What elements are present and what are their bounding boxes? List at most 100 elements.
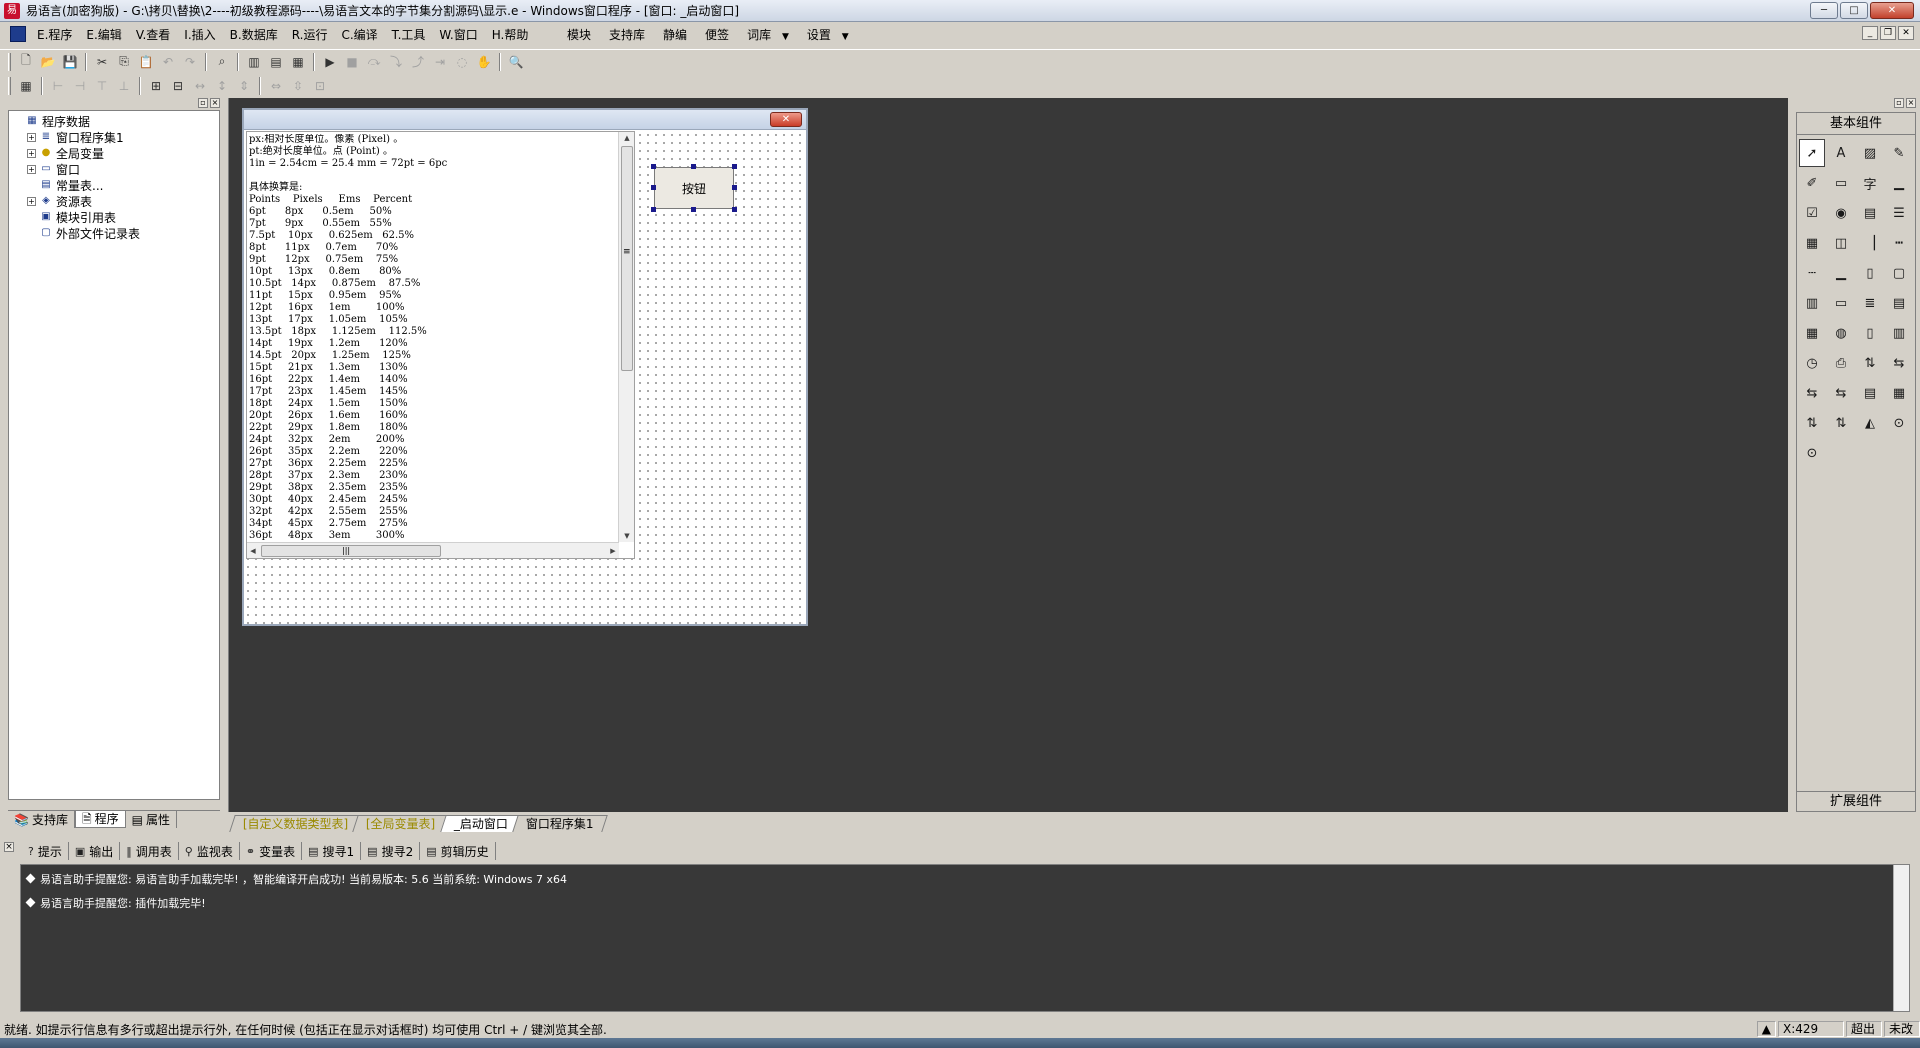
form-close-icon[interactable]: ✕ (770, 112, 802, 127)
tab-program[interactable]: 🗎 程序 (74, 811, 126, 828)
resize-handle[interactable] (732, 164, 737, 169)
close-button[interactable]: ✕ (1870, 2, 1914, 19)
layout-2-icon[interactable]: ▤ (265, 52, 287, 72)
component-icon[interactable]: ┅ (1886, 229, 1912, 257)
save-icon[interactable]: 💾 (59, 52, 81, 72)
tree-expander[interactable]: + (27, 196, 36, 206)
grid-icon[interactable]: ▦ (15, 76, 37, 96)
component-icon[interactable]: ⎙ (1828, 349, 1854, 377)
edit-vertical-scrollbar[interactable]: ▲ ≡ ▼ (618, 132, 634, 542)
component-icon[interactable]: ☰ (1886, 199, 1912, 227)
panel-pin-button[interactable]: ▫ (1894, 98, 1904, 108)
component-icon[interactable]: ◫ (1828, 229, 1854, 257)
component-icon[interactable]: ▤ (1886, 289, 1912, 317)
tree-item-external-files[interactable]: ▢ 外部文件记录表 (11, 225, 219, 241)
mdi-restore-button[interactable]: ❐ (1880, 26, 1896, 40)
menu-notes[interactable]: 便签 (698, 26, 736, 43)
layout-3-icon[interactable]: ▦ (287, 52, 309, 72)
stop-icon[interactable]: ■ (341, 52, 363, 72)
component-icon[interactable]: ▯ (1857, 319, 1883, 347)
palette-extended[interactable]: 扩展组件 (1797, 791, 1915, 811)
tree-expander[interactable]: + (27, 132, 36, 142)
component-icon[interactable]: ▥ (1886, 319, 1912, 347)
component-icon[interactable]: ≣ (1857, 289, 1883, 317)
component-icon[interactable]: ┄ (1799, 259, 1825, 287)
menu-tools[interactable]: T.工具 (385, 26, 433, 43)
tab-hint[interactable]: ? 提示 (22, 842, 69, 860)
tree-expander[interactable]: + (27, 164, 36, 174)
space-horizontal-icon[interactable]: ↔ (189, 76, 211, 96)
menu-edit[interactable]: E.编辑 (79, 26, 128, 43)
tab-window-assembly[interactable]: 窗口程序集1 (512, 815, 608, 832)
redo-icon[interactable]: ↷ (179, 52, 201, 72)
form-canvas[interactable]: px:相对长度单位。像素 (Pixel) 。 pt:绝对长度单位。点 (Poin… (244, 131, 806, 624)
run-icon[interactable]: ▶ (319, 52, 341, 72)
find-icon[interactable]: ⌕ (211, 52, 233, 72)
caret-up-icon[interactable]: ▲ (1756, 1021, 1776, 1037)
menu-compile[interactable]: C.编译 (334, 26, 384, 43)
component-icon[interactable]: ⇆ (1828, 379, 1854, 407)
breakpoint-icon[interactable]: ◌ (451, 52, 473, 72)
component-icon[interactable]: ⇅ (1828, 409, 1854, 437)
component-icon[interactable]: ◉ (1828, 199, 1854, 227)
step-out-icon[interactable]: ⤴ (407, 52, 429, 72)
component-icon[interactable]: ▦ (1799, 229, 1825, 257)
component-icon[interactable]: ◍ (1828, 319, 1854, 347)
component-icon[interactable]: ▦ (1799, 319, 1825, 347)
tab-watch[interactable]: ⚲ 监视表 (179, 842, 240, 860)
menu-insert[interactable]: I.插入 (177, 26, 222, 43)
button-control[interactable]: 按钮 (654, 167, 734, 209)
center-horizontal-icon[interactable]: ⊞ (145, 76, 167, 96)
output-scrollbar[interactable] (1893, 865, 1909, 1011)
same-height-icon[interactable]: ⇕ (233, 76, 255, 96)
center-vertical-icon[interactable]: ⊟ (167, 76, 189, 96)
component-icon[interactable]: ⇆ (1886, 349, 1912, 377)
tree-item-constants[interactable]: ▤ 常量表... (11, 177, 219, 193)
align-left-icon[interactable]: ⊢ (47, 76, 69, 96)
mdi-minimize-button[interactable]: _ (1862, 26, 1878, 40)
tab-variables[interactable]: ⚭ 变量表 (240, 842, 303, 860)
component-icon[interactable]: ◷ (1799, 349, 1825, 377)
space-vertical-icon[interactable]: ↕ (211, 76, 233, 96)
maximize-button[interactable]: □ (1840, 2, 1868, 19)
layout-1-icon[interactable]: ▥ (243, 52, 265, 72)
search-help-icon[interactable]: 🔍 (505, 52, 527, 72)
component-icon[interactable]: ⊙ (1799, 439, 1825, 467)
component-icon[interactable]: ▭ (1828, 169, 1854, 197)
mdi-close-button[interactable]: ✕ (1898, 26, 1914, 40)
tab-start-window[interactable]: _启动窗口 (439, 815, 522, 832)
align-center-icon[interactable]: ⊣ (69, 76, 91, 96)
tree-item-resources[interactable]: + ◈ 资源表 (11, 193, 219, 209)
tree-expander[interactable]: + (27, 148, 36, 158)
paste-icon[interactable]: 📋 (135, 52, 157, 72)
tree-item-global-vars[interactable]: + ● 全局变量 (11, 145, 219, 161)
form-title-bar[interactable]: ✕ (244, 110, 806, 130)
component-icon[interactable]: ▤ (1857, 379, 1883, 407)
scroll-thumb[interactable]: ||| (261, 545, 441, 557)
resize-handle[interactable] (691, 207, 696, 212)
component-icon[interactable]: ◭ (1857, 409, 1883, 437)
copy-icon[interactable]: ⎘ (113, 52, 135, 72)
component-icon[interactable]: ☑ (1799, 199, 1825, 227)
edit-box-control[interactable]: px:相对长度单位。像素 (Pixel) 。 pt:绝对长度单位。点 (Poin… (246, 131, 635, 559)
tab-search2[interactable]: ▤ 搜寻2 (361, 842, 421, 860)
scroll-up-icon[interactable]: ▲ (619, 132, 634, 144)
component-icon[interactable]: ▁ (1828, 259, 1854, 287)
resize-handle[interactable] (651, 164, 656, 169)
component-icon[interactable]: ▢ (1886, 259, 1912, 287)
tree-item-program-data[interactable]: ▦ 程序数据 (11, 113, 219, 129)
tree-item-module-refs[interactable]: ▣ 模块引用表 (11, 209, 219, 225)
component-icon[interactable]: ▥ (1799, 289, 1825, 317)
component-icon[interactable]: ⇆ (1799, 379, 1825, 407)
component-icon[interactable]: ⇅ (1857, 349, 1883, 377)
hand-icon[interactable]: ✋ (473, 52, 495, 72)
same-size-icon[interactable]: ⇳ (287, 76, 309, 96)
pointer-tool-icon[interactable]: ➚ (1799, 139, 1825, 167)
tab-clip-history[interactable]: ▤ 剪辑历史 (420, 842, 496, 860)
resize-handle[interactable] (651, 207, 656, 212)
resize-handle[interactable] (651, 185, 656, 190)
menu-static-compile[interactable]: 静编 (656, 26, 694, 43)
component-icon[interactable]: ▯ (1857, 259, 1883, 287)
tab-properties[interactable]: ▤ 属性 (126, 811, 177, 828)
tab-global-vars[interactable]: [全局变量表] (352, 815, 450, 832)
